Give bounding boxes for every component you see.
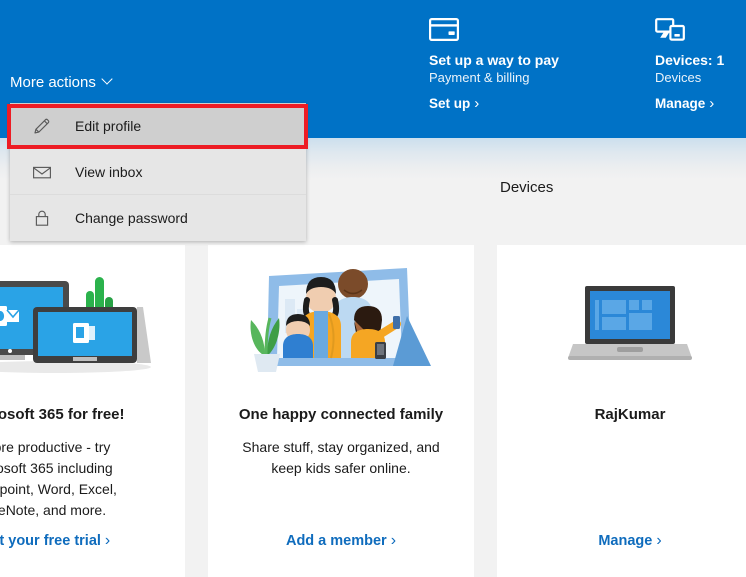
credit-card-icon [429,18,599,46]
card-microsoft365-cta-label: rt your free trial [0,533,101,549]
hero-tile-payment-link-label: Set up [429,96,471,111]
card-microsoft365[interactable]: icrosoft 365 for free! ore productive - … [0,245,185,577]
pencil-icon [31,115,53,137]
hero-tile-payment-title: Set up a way to pay [429,52,559,68]
menu-item-change-password-label: Change password [75,210,188,226]
card-family-cta[interactable]: Add a member › [208,532,474,550]
menu-item-edit-profile-label: Edit profile [75,117,142,134]
family-photo-illustration [208,253,474,393]
card-family-body: Share stuff, stay organized, and keep ki… [242,439,440,476]
section-heading-devices: Devices [500,179,554,196]
card-device-cta-label: Manage [598,533,653,549]
chevron-right-icon: › [474,95,480,112]
hero-tile-devices-link[interactable]: Manage › [655,96,714,112]
hero-tile-payment-link[interactable]: Set up › [429,96,479,112]
menu-item-view-inbox-label: View inbox [75,163,143,180]
more-actions-button[interactable]: More actions [10,74,114,91]
menu-item-change-password[interactable]: Change password [10,195,306,241]
chevron-right-icon: › [709,95,715,112]
more-actions-menu: Edit profile View inbox Change password [10,103,306,241]
page-root: Set up a way to pay Payment & billing Se… [0,0,746,577]
card-family-title: One happy connected family [238,406,444,423]
lock-icon [31,207,53,229]
card-device-title: RajKumar [594,406,666,423]
hero-tile-payment[interactable]: Set up a way to pay Payment & billing Se… [429,18,599,113]
menu-item-edit-profile[interactable]: Edit profile [10,103,306,149]
chevron-down-icon [103,75,114,86]
card-family[interactable]: One happy connected family Share stuff, … [208,245,474,577]
card-microsoft365-body: ore productive - try rosoft 365 includin… [0,439,117,518]
chevron-right-icon: › [104,532,111,549]
card-microsoft365-cta[interactable]: rt your free trial › [0,532,185,550]
card-family-cta-label: Add a member [285,533,387,549]
card-device[interactable]: RajKumar Manage › [497,245,746,577]
hero-tile-devices[interactable]: Devices: 1 Devices Manage › [655,18,746,113]
more-actions-label: More actions [10,74,96,91]
chevron-right-icon: › [390,532,397,549]
envelope-icon [31,161,53,183]
hero-tile-devices-subtitle: Devices [655,70,702,85]
menu-item-view-inbox[interactable]: View inbox [10,149,306,195]
devices-icon [655,18,746,46]
card-device-cta[interactable]: Manage › [497,532,746,550]
hero-tile-devices-link-label: Manage [655,96,706,111]
hero-tile-devices-title: Devices: 1 [655,52,725,68]
hero-tile-payment-subtitle: Payment & billing [429,70,530,85]
devices-office-illustration [0,253,185,393]
laptop-illustration [497,253,746,393]
chevron-right-icon: › [656,532,662,549]
card-microsoft365-title: icrosoft 365 for free! [0,406,125,423]
